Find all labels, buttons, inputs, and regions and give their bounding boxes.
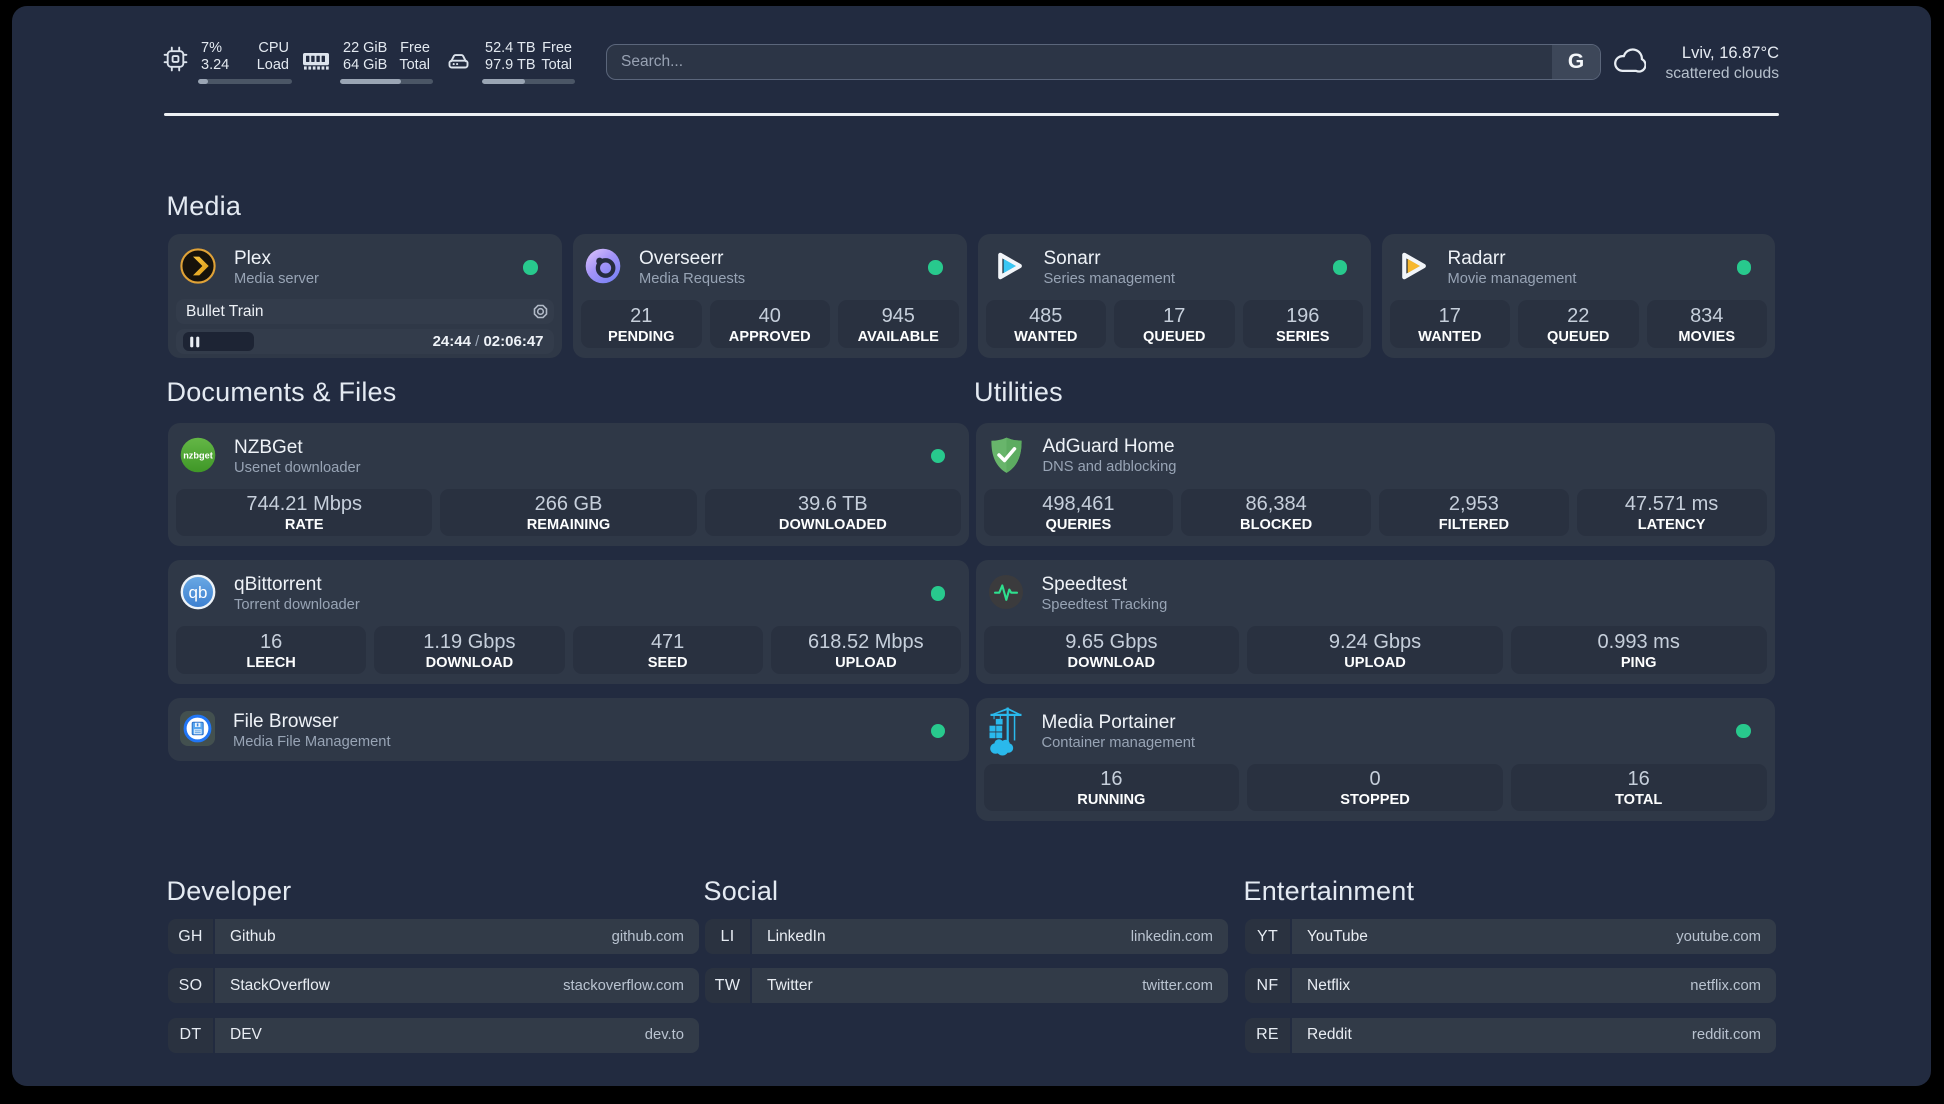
svg-text:qb: qb bbox=[189, 583, 208, 602]
svg-text:nzbget: nzbget bbox=[183, 450, 213, 460]
